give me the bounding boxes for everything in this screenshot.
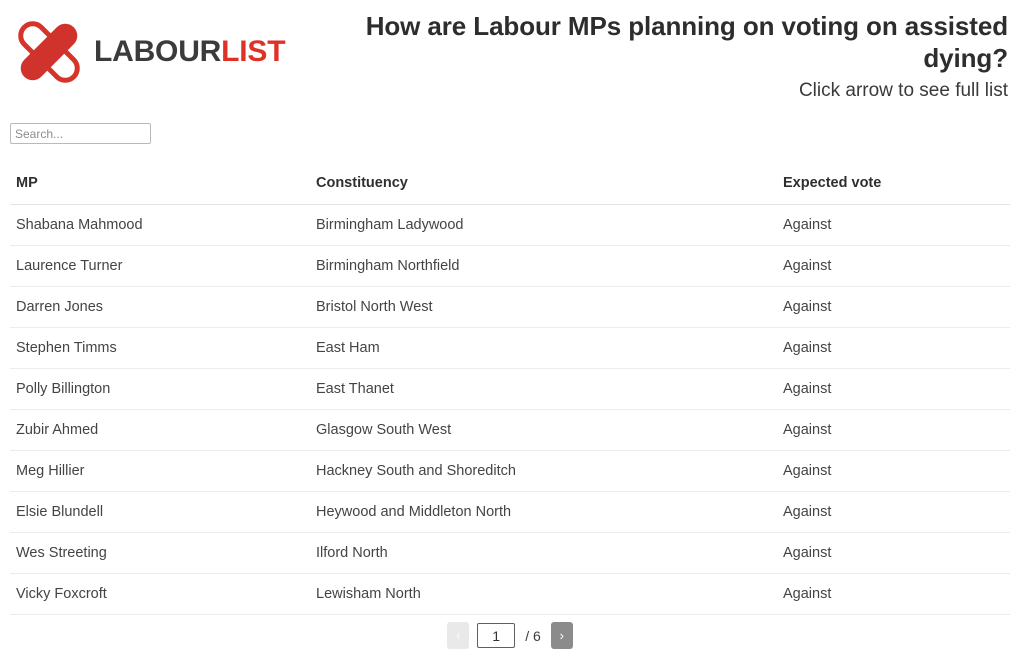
table-row: Elsie Blundell Heywood and Middleton Nor… bbox=[10, 491, 1010, 533]
labourlist-logo[interactable]: LABOURLIST bbox=[10, 14, 286, 90]
table-row: Wes Streeting Ilford North Against bbox=[10, 532, 1010, 574]
cell-mp: Wes Streeting bbox=[10, 532, 316, 574]
search-input[interactable] bbox=[10, 123, 151, 144]
table-row: Laurence Turner Birmingham Northfield Ag… bbox=[10, 245, 1010, 287]
cell-expected-vote: Against bbox=[783, 532, 1010, 574]
table-row: Stephen Timms East Ham Against bbox=[10, 327, 1010, 369]
column-header-mp[interactable]: MP bbox=[10, 163, 316, 205]
title-block: How are Labour MPs planning on voting on… bbox=[298, 10, 1008, 103]
cell-expected-vote: Against bbox=[783, 409, 1010, 451]
cell-expected-vote: Against bbox=[783, 368, 1010, 410]
next-page-button[interactable]: › bbox=[550, 622, 573, 649]
logo-word-labour: LABOUR bbox=[94, 35, 222, 68]
cell-constituency: Birmingham Ladywood bbox=[316, 204, 783, 246]
table-row: Darren Jones Bristol North West Against bbox=[10, 286, 1010, 328]
cell-expected-vote: Against bbox=[783, 573, 1010, 615]
page-subtitle: Click arrow to see full list bbox=[798, 80, 1008, 102]
column-header-constituency[interactable]: Constituency bbox=[316, 163, 783, 205]
page-number-input[interactable] bbox=[477, 623, 516, 648]
cell-constituency: Heywood and Middleton North bbox=[316, 491, 783, 533]
table-head: MP Constituency Expected vote bbox=[10, 163, 1010, 205]
cell-constituency: Birmingham Northfield bbox=[316, 245, 783, 287]
labourlist-x-icon bbox=[18, 21, 80, 83]
cell-mp: Meg Hillier bbox=[10, 450, 316, 492]
mp-table-container: MP Constituency Expected vote Shabana Ma… bbox=[0, 163, 1020, 615]
total-pages-label: / 6 bbox=[525, 627, 541, 644]
table-body: Shabana Mahmood Birmingham Ladywood Agai… bbox=[10, 204, 1010, 615]
cell-constituency: Lewisham North bbox=[316, 573, 783, 615]
cell-constituency: Ilford North bbox=[316, 532, 783, 574]
cell-mp: Shabana Mahmood bbox=[10, 204, 316, 246]
cell-mp: Darren Jones bbox=[10, 286, 316, 328]
table-header-row: MP Constituency Expected vote bbox=[10, 163, 1010, 205]
cell-constituency: Bristol North West bbox=[316, 286, 783, 328]
table-row: Vicky Foxcroft Lewisham North Against bbox=[10, 573, 1010, 615]
cell-mp: Polly Billington bbox=[10, 368, 316, 410]
page-header: LABOURLIST How are Labour MPs planning o… bbox=[0, 0, 1020, 110]
cell-expected-vote: Against bbox=[783, 491, 1010, 533]
cell-expected-vote: Against bbox=[783, 450, 1010, 492]
cell-mp: Vicky Foxcroft bbox=[10, 573, 316, 615]
cell-expected-vote: Against bbox=[783, 327, 1010, 369]
logo-word-list: LIST bbox=[221, 35, 286, 68]
cell-mp: Laurence Turner bbox=[10, 245, 316, 287]
search-row bbox=[10, 123, 151, 144]
column-header-expected-vote[interactable]: Expected vote bbox=[783, 163, 1010, 205]
table-row: Polly Billington East Thanet Against bbox=[10, 368, 1010, 410]
mp-table: MP Constituency Expected vote Shabana Ma… bbox=[10, 163, 1010, 615]
cell-constituency: Glasgow South West bbox=[316, 409, 783, 451]
cell-expected-vote: Against bbox=[783, 286, 1010, 328]
cell-constituency: East Thanet bbox=[316, 368, 783, 410]
previous-page-button[interactable]: ‹ bbox=[447, 622, 470, 649]
cell-mp: Zubir Ahmed bbox=[10, 409, 316, 451]
cell-expected-vote: Against bbox=[783, 245, 1010, 287]
page-title: How are Labour MPs planning on voting on… bbox=[365, 11, 1008, 74]
pagination: ‹ / 6 › bbox=[0, 622, 1020, 649]
cell-mp: Stephen Timms bbox=[10, 327, 316, 369]
cell-mp: Elsie Blundell bbox=[10, 491, 316, 533]
logo-wordmark: LABOURLIST bbox=[94, 35, 286, 68]
table-row: Zubir Ahmed Glasgow South West Against bbox=[10, 409, 1010, 451]
cell-constituency: East Ham bbox=[316, 327, 783, 369]
table-row: Meg Hillier Hackney South and Shoreditch… bbox=[10, 450, 1010, 492]
cell-constituency: Hackney South and Shoreditch bbox=[316, 450, 783, 492]
cell-expected-vote: Against bbox=[783, 204, 1010, 246]
table-row: Shabana Mahmood Birmingham Ladywood Agai… bbox=[10, 204, 1010, 246]
